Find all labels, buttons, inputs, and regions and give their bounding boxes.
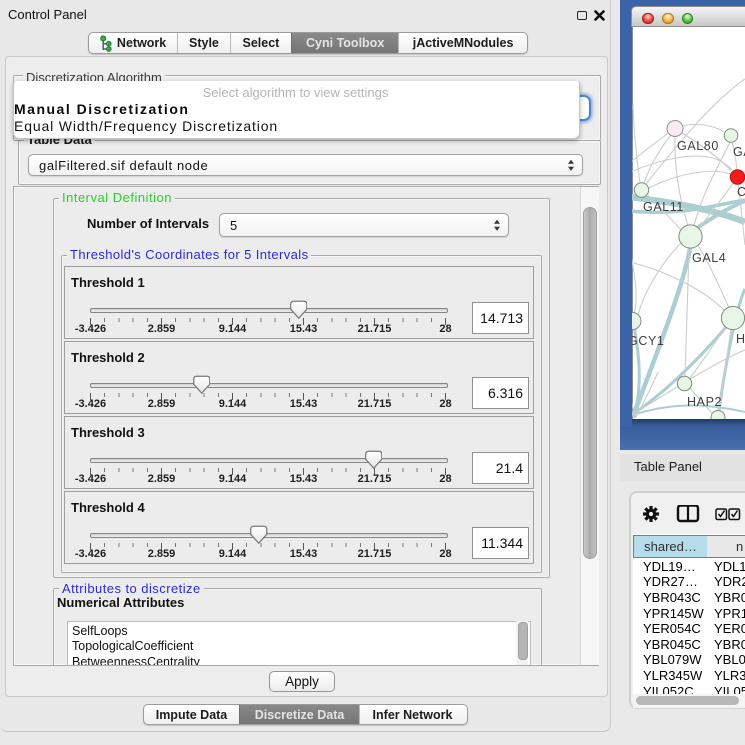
svg-text:GAL11: GAL11 (643, 200, 684, 214)
svg-text:GA: GA (733, 145, 745, 159)
svg-text:GAL4: GAL4 (692, 251, 726, 265)
svg-text:GAL80: GAL80 (677, 139, 719, 153)
svg-text:H: H (736, 332, 745, 346)
svg-text:HAP2: HAP2 (687, 395, 722, 409)
svg-text:GCY1: GCY1 (632, 334, 664, 348)
svg-text:C: C (737, 185, 745, 199)
